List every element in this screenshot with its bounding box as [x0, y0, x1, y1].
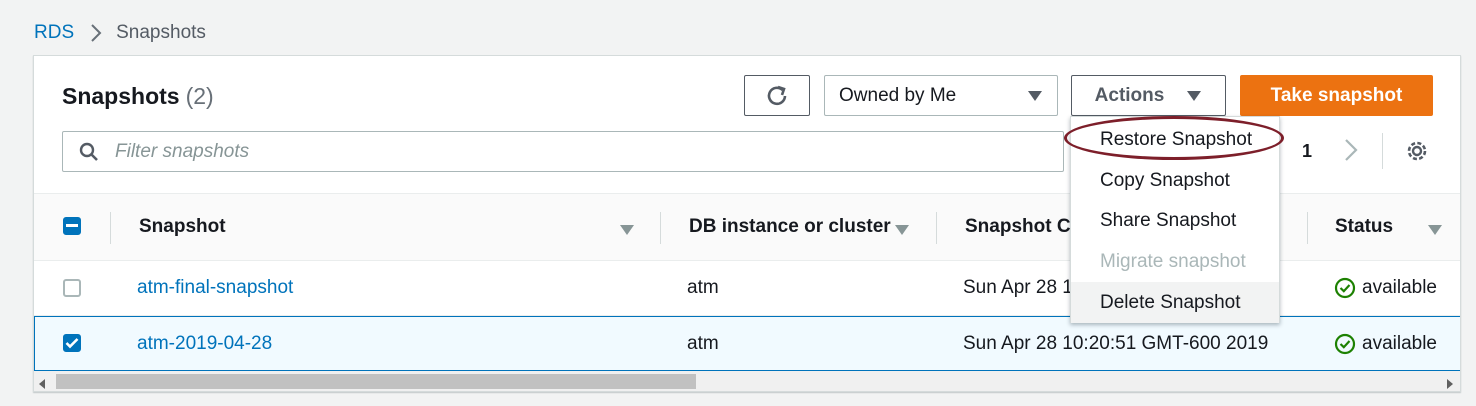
status-text: available: [1362, 277, 1437, 298]
column-header-snapshot[interactable]: Snapshot: [139, 216, 226, 238]
actions-dropdown-menu: Restore Snapshot Copy Snapshot Share Sna…: [1070, 116, 1280, 323]
page-title-text: Snapshots: [62, 83, 180, 109]
status-cell: available: [1334, 277, 1437, 299]
sort-caret-down-icon[interactable]: [1427, 223, 1443, 241]
check-circle-icon: [1334, 333, 1356, 355]
column-header-status[interactable]: Status: [1335, 216, 1393, 238]
horizontal-scrollbar[interactable]: [34, 371, 1460, 391]
scroll-left-arrow-icon[interactable]: [38, 376, 46, 391]
page-title: Snapshots (2): [62, 83, 214, 110]
status-cell: available: [1334, 333, 1437, 355]
snapshot-link[interactable]: atm-2019-04-28: [137, 333, 272, 355]
breadcrumb-rds-link[interactable]: RDS: [34, 22, 74, 44]
row-checkbox-checked[interactable]: [63, 334, 81, 352]
column-header-snapshot-created[interactable]: Snapshot Cr: [965, 216, 1078, 238]
breadcrumb-current: Snapshots: [116, 22, 206, 43]
settings-icon: [1407, 141, 1427, 161]
sort-caret-down-icon[interactable]: [894, 223, 910, 241]
column-header-db-instance[interactable]: DB instance or cluster: [689, 216, 891, 238]
snapshot-created-cell: Sun Apr 28 10:20:51 GMT-600 2019: [963, 333, 1269, 354]
actions-button[interactable]: Actions: [1071, 75, 1226, 116]
row-checkbox[interactable]: [63, 279, 81, 297]
menu-item-copy-snapshot[interactable]: Copy Snapshot: [1071, 160, 1279, 201]
scroll-right-arrow-icon[interactable]: [1446, 376, 1454, 391]
search-icon: [79, 142, 98, 161]
snapshot-created-cell: Sun Apr 28 1: [963, 277, 1073, 298]
refresh-button[interactable]: [744, 75, 810, 116]
sort-caret-down-icon[interactable]: [619, 223, 635, 241]
snapshot-link[interactable]: atm-final-snapshot: [137, 277, 293, 299]
snapshot-count: (2): [185, 83, 214, 109]
checkmark-icon: [65, 338, 79, 349]
page-number[interactable]: 1: [1302, 141, 1312, 162]
take-snapshot-button[interactable]: Take snapshot: [1240, 75, 1433, 116]
owner-filter-select[interactable]: Owned by Me: [824, 75, 1058, 116]
column-divider: [660, 212, 661, 244]
menu-item-migrate-snapshot: Migrate snapshot: [1100, 250, 1246, 272]
scrollbar-thumb[interactable]: [56, 374, 696, 389]
column-divider: [110, 212, 111, 244]
pager-divider: [1382, 133, 1383, 169]
owner-filter-value: Owned by Me: [839, 84, 957, 106]
actions-label: Actions: [1094, 84, 1165, 106]
db-instance-cell: atm: [687, 333, 719, 354]
table-row-selected[interactable]: atm-2019-04-28 atm Sun Apr 28 10:20:51 G…: [34, 316, 1460, 371]
chevron-right-icon: [90, 23, 102, 43]
chevron-right-icon: [1345, 139, 1358, 161]
column-divider: [936, 212, 937, 244]
caret-down-icon: [1028, 90, 1042, 101]
menu-item-share-snapshot[interactable]: Share Snapshot: [1071, 200, 1279, 241]
menu-item-restore-snapshot[interactable]: Restore Snapshot: [1071, 119, 1279, 160]
select-all-checkbox[interactable]: [63, 217, 81, 235]
next-page-button[interactable]: [1344, 138, 1358, 167]
column-divider: [1307, 212, 1308, 244]
preferences-button[interactable]: [1404, 138, 1430, 169]
check-circle-icon: [1334, 277, 1356, 299]
search-box: [62, 131, 1064, 172]
refresh-icon: [767, 85, 787, 105]
breadcrumb: RDS Snapshots: [34, 20, 206, 46]
db-instance-cell: atm: [687, 277, 719, 298]
search-input[interactable]: [113, 139, 1013, 164]
caret-down-icon: [1187, 90, 1202, 101]
status-text: available: [1362, 333, 1437, 354]
menu-item-delete-snapshot[interactable]: Delete Snapshot: [1071, 282, 1279, 323]
